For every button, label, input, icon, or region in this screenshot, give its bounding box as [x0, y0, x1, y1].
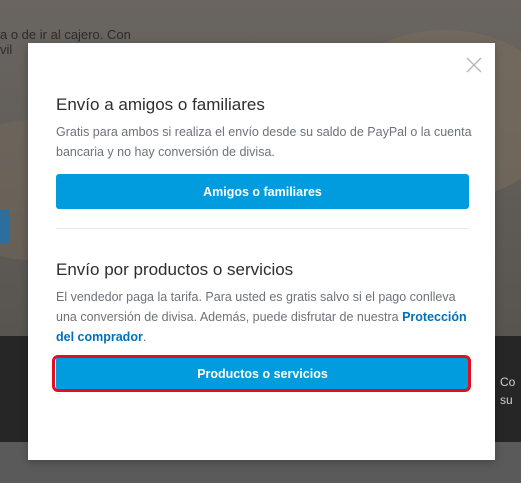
- goods-description-text: El vendedor paga la tarifa. Para usted e…: [56, 290, 456, 324]
- goods-description-end: .: [142, 330, 147, 344]
- goods-section-description: El vendedor paga la tarifa. Para usted e…: [56, 287, 476, 347]
- background-text-line: su: [500, 393, 513, 407]
- friends-section-description: Gratis para ambos si realiza el envío de…: [56, 125, 472, 159]
- section-divider: [56, 228, 469, 229]
- background-text-line: Co: [500, 375, 516, 389]
- background-accent: [0, 210, 9, 244]
- background-text: Co su: [500, 373, 515, 409]
- send-type-modal: Envío a amigos o familiares Gratis para …: [28, 43, 495, 460]
- goods-section-title: Envío por productos o servicios: [56, 260, 294, 279]
- friends-section-title: Envío a amigos o familiares: [56, 95, 265, 114]
- friends-family-button[interactable]: Amigos o familiares: [56, 174, 469, 209]
- goods-services-button[interactable]: Productos o servicios: [56, 357, 469, 390]
- background-text-line: a o de ir al cajero. Con: [0, 27, 131, 42]
- close-icon[interactable]: [465, 56, 483, 74]
